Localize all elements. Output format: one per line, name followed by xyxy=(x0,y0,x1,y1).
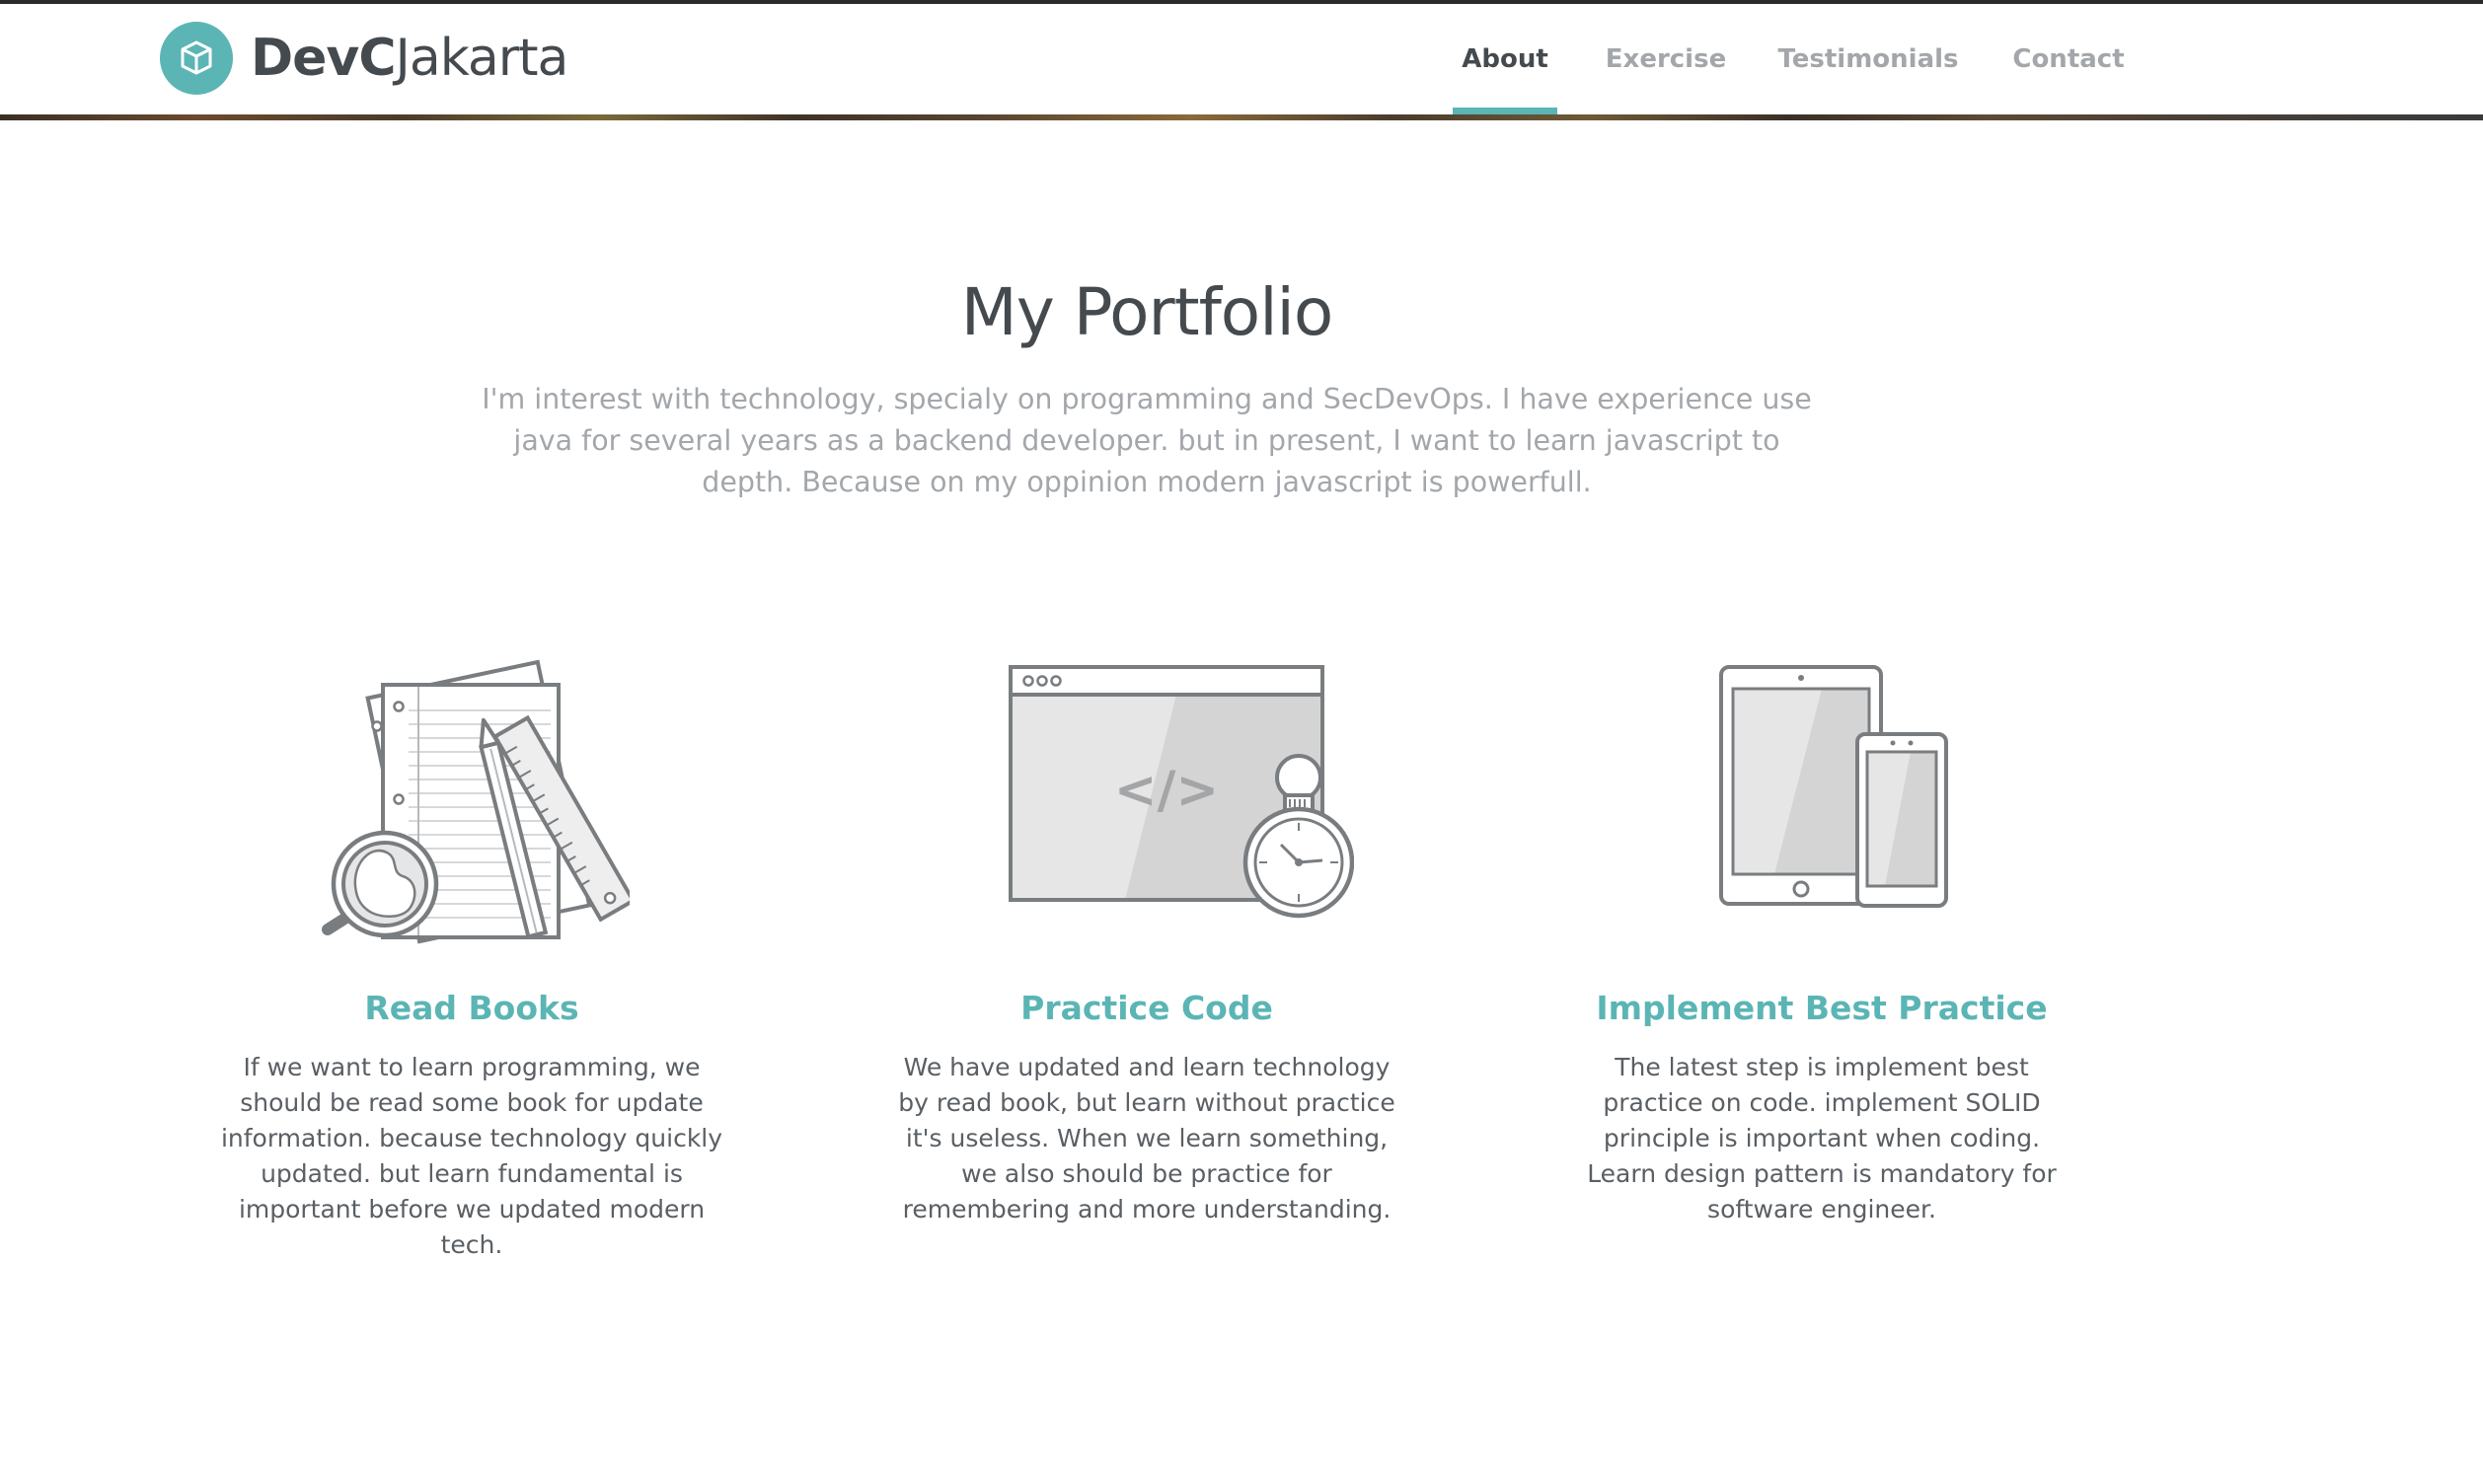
nav-item-label: Exercise xyxy=(1605,44,1727,74)
card-description: We have updated and learn technology by … xyxy=(898,1053,1395,1224)
svg-text:</>: </> xyxy=(1114,761,1219,820)
hero-image-strip xyxy=(0,114,2483,120)
nav-item-label: Contact xyxy=(2012,44,2125,74)
nav-item-about[interactable]: About xyxy=(1453,4,1557,114)
books-and-tools-icon xyxy=(205,651,738,947)
card-title: Read Books xyxy=(364,989,579,1027)
active-tab-indicator xyxy=(1453,108,1557,114)
nav-item-contact[interactable]: Contact xyxy=(2009,4,2128,114)
tablet-phone-icon xyxy=(1555,651,2088,947)
card-practice-code: </> Practice Code We have updated and le… xyxy=(880,651,1413,1227)
card-description: The latest step is implement best practi… xyxy=(1587,1053,2057,1224)
card-title: Implement Best Practice xyxy=(1596,989,2048,1027)
card-title: Practice Code xyxy=(1020,989,1273,1027)
code-browser-stopwatch-icon: </> xyxy=(880,651,1413,947)
card-best-practice: Implement Best Practice The latest step … xyxy=(1555,651,2088,1227)
nav-item-label: About xyxy=(1462,44,1548,74)
page-title: My Portfolio xyxy=(960,274,1334,350)
card-read-books: Read Books If we want to learn programmi… xyxy=(205,651,738,1263)
top-navbar: DevCJakarta About Exercise Testimonials … xyxy=(0,0,2483,120)
card-description: If we want to learn programming, we shou… xyxy=(220,1053,723,1259)
main-nav: About Exercise Testimonials Contact xyxy=(0,4,2483,114)
intro-text: I'm interest with technology, specialy o… xyxy=(482,383,1812,498)
nav-item-exercise[interactable]: Exercise xyxy=(1601,4,1731,114)
nav-item-testimonials[interactable]: Testimonials xyxy=(1777,4,1958,114)
nav-item-label: Testimonials xyxy=(1777,44,1959,74)
